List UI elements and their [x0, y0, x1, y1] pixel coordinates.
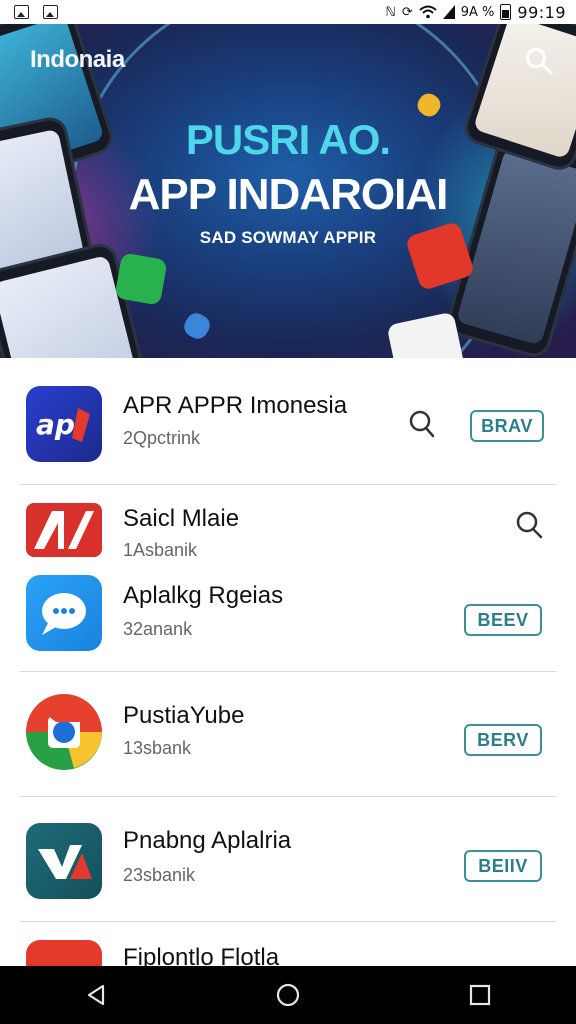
back-icon: [87, 984, 105, 1006]
nfc-icon: ℕ: [385, 4, 396, 20]
banner-headline-line2: APP INDAROIAI: [128, 170, 449, 219]
home-button[interactable]: [258, 966, 318, 1024]
app-name: Pnabng Aplalria: [123, 827, 292, 854]
app-subtitle: 1Asbanik: [123, 540, 198, 560]
signal-text: 9A %: [460, 4, 495, 20]
app-name: Saicl Mlaie: [123, 505, 240, 532]
app-subtitle: 13sbank: [123, 738, 192, 758]
list-item[interactable]: Fiplontlo Flotla: [0, 922, 576, 966]
app-logo-chrome-icon: [26, 694, 102, 770]
app-logo-red-n-icon: [26, 503, 102, 557]
recents-button[interactable]: [450, 966, 510, 1024]
status-bar: ℕ ⟳ 9A % 99:19: [0, 0, 576, 24]
app-subtitle: 2Qpctrink: [123, 428, 201, 448]
banner-brand: Indonaia: [30, 46, 125, 73]
banner-headline-line1: PUSRI AO.: [185, 116, 391, 163]
search-icon[interactable]: [524, 46, 554, 76]
app-logo-chat-bubble-icon: [26, 575, 102, 651]
list-item[interactable]: ap APR APPR Imonesia 2Qpctrink BRAV: [0, 358, 576, 484]
banner-green-app-icon: [114, 252, 168, 306]
sync-icon: ⟳: [401, 4, 413, 20]
search-icon[interactable]: [514, 509, 546, 541]
app-logo-red-icon: [26, 940, 102, 966]
recents-icon: [469, 984, 491, 1006]
back-button[interactable]: [66, 966, 126, 1024]
app-name: Fiplontlo Flotla: [123, 944, 280, 966]
navigation-bar: [0, 966, 576, 1024]
app-name: Aplalkg Rgeias: [123, 582, 284, 609]
battery-icon: [500, 4, 512, 20]
signal-icon: [442, 5, 455, 19]
clock: 99:19: [517, 2, 566, 22]
hero-banner[interactable]: Indonaia PUSRI AO. APP INDAROIAI SAD SOW…: [0, 24, 576, 358]
app-logo-va-icon: [26, 823, 102, 899]
home-icon: [276, 983, 300, 1007]
app-name: PustiaYube: [123, 702, 245, 729]
app-name: APR APPR Imonesia: [123, 392, 348, 419]
list-item[interactable]: Saicl Mlaie 1Asbanik Aplalkg Rgeias 32an…: [0, 485, 576, 671]
image-icon: [14, 5, 29, 19]
app-logo-apr-icon: ap: [26, 386, 102, 462]
install-button[interactable]: BRAV: [470, 410, 544, 442]
wifi-icon: [419, 5, 437, 19]
install-button[interactable]: BEIIV: [464, 850, 542, 882]
app-subtitle: 32anank: [123, 619, 193, 639]
list-item[interactable]: Pnabng Aplalria 23sbanik BEIIV: [0, 797, 576, 921]
svg-text:ap: ap: [36, 408, 75, 441]
list-item[interactable]: PustiaYube 13sbank BERV: [0, 672, 576, 796]
banner-subtitle: SAD SOWMAY APPIR: [199, 228, 377, 247]
gallery-icon: [43, 5, 58, 19]
install-button[interactable]: BEEV: [464, 604, 542, 636]
search-icon[interactable]: [406, 408, 438, 440]
install-button[interactable]: BERV: [464, 724, 542, 756]
app-list[interactable]: ap APR APPR Imonesia 2Qpctrink BRAV Saic…: [0, 358, 576, 966]
app-subtitle: 23sbanik: [123, 865, 196, 885]
